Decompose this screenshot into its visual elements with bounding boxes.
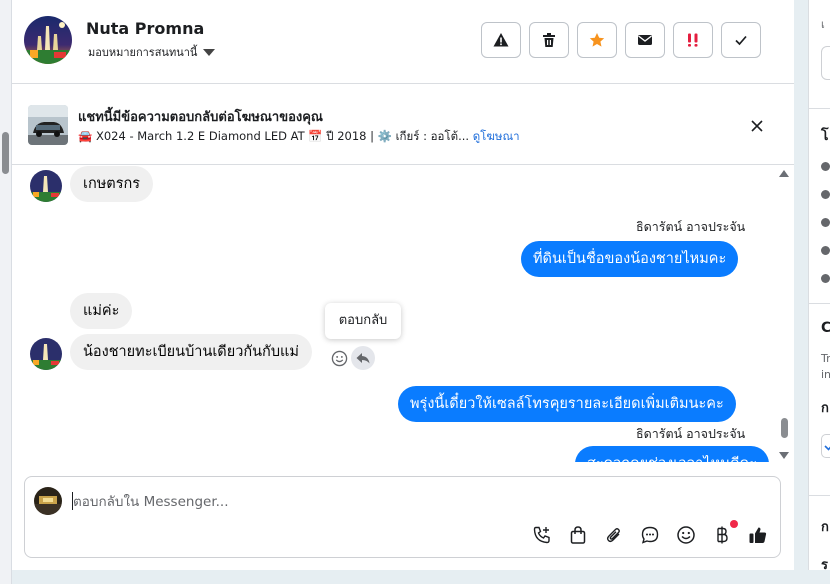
check-icon — [824, 445, 830, 451]
notification-dot — [730, 520, 738, 528]
emoji-button[interactable] — [674, 523, 698, 547]
paperclip-icon — [606, 528, 620, 543]
baht-icon — [717, 526, 728, 544]
incoming-message[interactable]: เกษตรกร — [70, 166, 154, 202]
react-button[interactable] — [327, 346, 351, 370]
urgent-icon — [688, 33, 698, 47]
mark-unread-button[interactable] — [625, 22, 665, 58]
attach-button[interactable] — [602, 523, 626, 547]
message-list: เกษตรกร ธิดารัตน์ อาจประจัน ที่ดินเป็นชื… — [12, 166, 794, 462]
star-icon — [589, 33, 605, 47]
view-ad-link[interactable]: ดูโฆษณา — [473, 129, 520, 143]
panel-fragment: ร — [821, 558, 828, 570]
outgoing-message[interactable]: ที่ดินเป็นชื่อของน้องชายไหมคะ — [521, 241, 739, 277]
ad-detail-text: 🚘 X024 - March 1.2 E Diamond LED AT 📅 ปี… — [78, 129, 470, 143]
incoming-message[interactable]: แม่ค่ะ — [70, 293, 133, 329]
reply-input[interactable] — [73, 491, 753, 513]
thumbs-up-button[interactable] — [746, 523, 770, 547]
phone-icon — [533, 526, 550, 544]
ad-reply-banner: แชทนี้มีข้อความตอบกลับต่อโฆษณาของคุณ 🚘 X… — [12, 85, 794, 165]
panel-checkbox[interactable] — [821, 434, 830, 458]
clock-icon — [821, 162, 830, 171]
shop-button[interactable] — [566, 523, 590, 547]
location-icon — [821, 246, 830, 255]
panel-field[interactable] — [821, 46, 830, 80]
divider — [809, 108, 830, 109]
star-button[interactable] — [577, 22, 617, 58]
message-composer — [24, 476, 781, 558]
scroll-up-arrow[interactable] — [779, 170, 789, 177]
header-actions — [481, 22, 761, 58]
call-button[interactable] — [530, 523, 554, 547]
panel-fragment: ก — [821, 520, 829, 535]
assign-label: มอบหมายการสนทนานี้ — [88, 46, 198, 59]
ad-banner-title: แชทนี้มีข้อความตอบกลับต่อโฆษณาของคุณ — [78, 110, 323, 125]
bag-icon — [570, 526, 586, 544]
message-scrollbar[interactable] — [778, 168, 790, 464]
report-button[interactable] — [481, 22, 521, 58]
warning-icon — [493, 33, 509, 47]
page-avatar — [34, 487, 62, 515]
incoming-message[interactable]: น้องชายทะเบียนบ้านเดียวกันกับแม่ — [70, 334, 312, 370]
follow-up-button[interactable] — [673, 22, 713, 58]
contact-avatar-small[interactable] — [30, 338, 62, 370]
graduation-icon — [821, 218, 830, 227]
sender-name: ธิดารัตน์ อาจประจัน — [636, 219, 746, 234]
trash-icon — [543, 33, 555, 47]
done-button[interactable] — [721, 22, 761, 58]
briefcase-icon — [821, 190, 830, 199]
chat-panel: Nuta Promna มอบหมายการสนทนานี้ แชทนี้มีข… — [12, 0, 794, 570]
panel-heading: C — [821, 320, 830, 336]
outgoing-message[interactable]: พรุ่งนี้เดี๋ยวให้เซลล์โทรคุยรายละเอียดเพ… — [398, 386, 736, 422]
close-banner-button[interactable] — [746, 115, 768, 137]
saved-reply-icon — [641, 526, 659, 544]
delete-button[interactable] — [529, 22, 569, 58]
panel-fragment: Tr — [821, 352, 830, 365]
chevron-down-icon — [203, 48, 216, 56]
left-scrollbar[interactable] — [0, 0, 12, 584]
reply-icon — [356, 353, 370, 364]
sender-name: ธิดารัตน์ อาจประจัน — [636, 426, 746, 441]
thumbs-up-icon — [749, 527, 767, 543]
ad-detail-line: 🚘 X024 - March 1.2 E Diamond LED AT 📅 ปี… — [78, 128, 520, 146]
panel-fragment: ก — [821, 401, 829, 416]
outgoing-message[interactable]: สะดวกคุยช่วงเวลาไหนดีคะ — [575, 446, 770, 462]
contact-details-panel: เ โ C Tr in ก ก ร — [808, 0, 830, 570]
scroll-down-arrow[interactable] — [779, 452, 789, 459]
assign-conversation-dropdown[interactable]: มอบหมายการสนทนานี้ — [88, 43, 216, 61]
contact-avatar-small[interactable] — [30, 170, 62, 202]
left-scroll-thumb[interactable] — [2, 132, 9, 174]
ad-thumbnail[interactable] — [28, 105, 68, 145]
check-icon — [735, 35, 747, 46]
reply-button[interactable] — [351, 346, 375, 370]
contact-avatar[interactable] — [24, 16, 72, 64]
scroll-thumb[interactable] — [781, 418, 788, 438]
saved-replies-button[interactable] — [638, 523, 662, 547]
emoji-icon — [331, 350, 347, 366]
divider — [809, 495, 830, 496]
divider — [809, 303, 830, 304]
composer-toolbar — [530, 520, 770, 547]
envelope-icon — [638, 35, 652, 45]
contact-name[interactable]: Nuta Promna — [86, 19, 204, 38]
reply-tooltip: ตอบกลับ — [325, 303, 401, 339]
conversation-header: Nuta Promna มอบหมายการสนทนานี้ — [12, 0, 794, 84]
panel-fragment: in — [821, 368, 830, 381]
panel-heading: โ — [821, 128, 829, 144]
close-icon — [751, 120, 763, 132]
panel-fragment: เ — [821, 18, 825, 31]
payment-button[interactable] — [710, 520, 738, 547]
emoji-icon — [677, 526, 695, 544]
location-icon — [821, 274, 830, 283]
